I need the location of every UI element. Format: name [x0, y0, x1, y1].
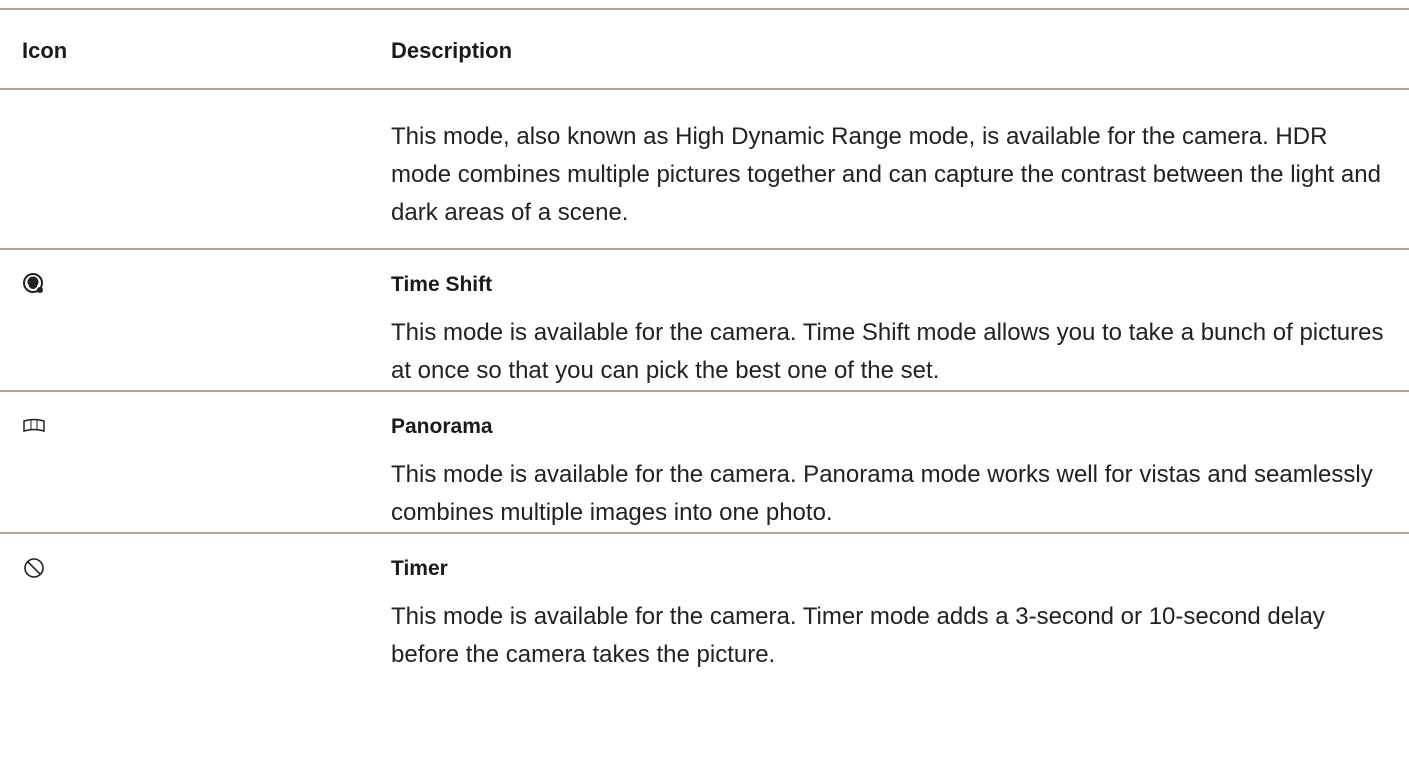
panorama-icon — [22, 414, 46, 438]
table-header-row: Icon Description — [0, 10, 1409, 88]
row-description: This mode, also known as High Dynamic Ra… — [391, 123, 1381, 226]
row-title: Time Shift — [391, 273, 493, 296]
description-column-header: Description — [391, 38, 513, 63]
table-row: Panorama This mode is available for the … — [0, 392, 1409, 532]
row-title: Panorama — [391, 415, 493, 438]
row-description: This mode is available for the camera. P… — [391, 461, 1373, 526]
icon-column-header: Icon — [22, 38, 68, 63]
row-description: This mode is available for the camera. T… — [391, 319, 1384, 384]
table-row: This mode, also known as High Dynamic Ra… — [0, 90, 1409, 248]
row-description: This mode is available for the camera. T… — [391, 603, 1325, 668]
row-title: Timer — [391, 557, 448, 580]
time-shift-icon — [22, 272, 46, 296]
timer-icon — [22, 556, 46, 580]
camera-modes-table: Icon Description This mode, also known a… — [0, 8, 1409, 674]
table-row: Time Shift This mode is available for th… — [0, 250, 1409, 390]
table-row: Timer This mode is available for the cam… — [0, 534, 1409, 674]
